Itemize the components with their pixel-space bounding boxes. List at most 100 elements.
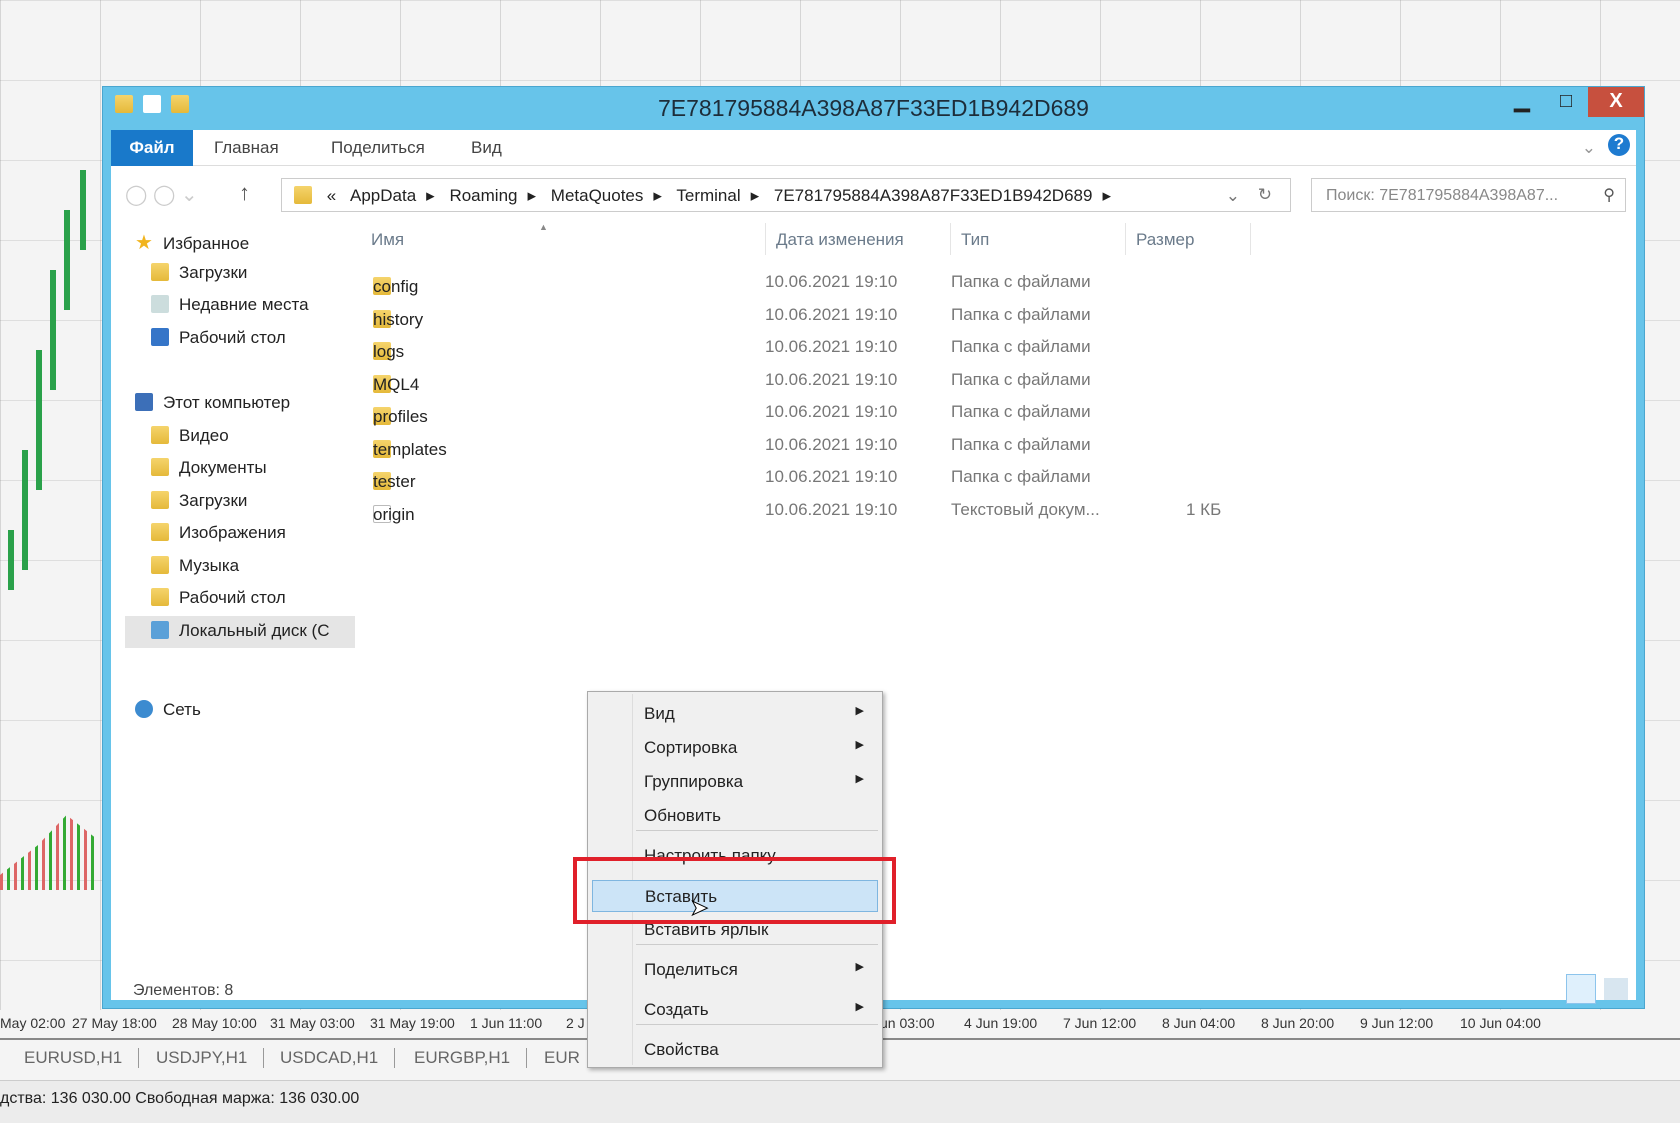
file-row[interactable]: history 10.06.2021 19:10 Папка с файлами [361, 300, 1201, 330]
menu-separator [636, 1024, 878, 1025]
file-type: Папка с файлами [951, 304, 1091, 324]
address-bar[interactable]: « AppData ▸ Roaming ▸ MetaQuotes ▸ Terminal… [281, 178, 1291, 212]
file-name: logs [373, 342, 405, 361]
file-name: templates [373, 439, 447, 459]
chart-tab-eurgbp[interactable]: EURGBP,H1 [398, 1048, 528, 1068]
submenu-arrow-icon: ▶ [855, 739, 864, 751]
downloads-icon [151, 491, 169, 509]
help-icon[interactable]: ? [1608, 134, 1630, 156]
sidebar-item-desktop-pc[interactable]: Рабочий стол [151, 588, 286, 608]
column-name[interactable]: Имя [361, 223, 766, 255]
file-row[interactable]: tester 10.06.2021 19:10 Папка с файлами [361, 462, 1201, 492]
documents-icon [151, 458, 169, 476]
pictures-icon [151, 523, 169, 541]
column-type[interactable]: Тип [951, 223, 1126, 255]
back-forward-icons[interactable]: ◯ ◯ ⌄ [125, 182, 198, 207]
details-view-button[interactable] [1566, 974, 1596, 1004]
file-row[interactable]: config 10.06.2021 19:10 Папка с файлами [361, 267, 1201, 297]
search-icon: ⚲ [1603, 187, 1615, 204]
minimize-button[interactable]: ▁ [1500, 87, 1544, 117]
tab-file[interactable]: Файл [111, 130, 193, 166]
submenu-arrow-icon: ▶ [855, 1001, 864, 1013]
sidebar-item-desktop[interactable]: Рабочий стол [151, 328, 286, 348]
sidebar-item-video[interactable]: Видео [151, 426, 229, 446]
sidebar-item-local-disk[interactable]: Локальный диск (C [125, 616, 355, 648]
computer-icon [135, 393, 153, 411]
sidebar-item-documents[interactable]: Документы [151, 458, 267, 478]
tab-share[interactable]: Поделиться [331, 138, 425, 158]
time-label: 28 May 10:00 [172, 1015, 257, 1031]
history-dropdown-icon[interactable]: ⌄ [1226, 186, 1240, 206]
menu-item[interactable]: Создать ▶ [592, 994, 878, 1026]
sidebar-item-pictures[interactable]: Изображения [151, 523, 286, 543]
terminal-status-bar: дства: 136 030.00 Свободная маржа: 136 0… [0, 1080, 1680, 1123]
file-row[interactable]: templates 10.06.2021 19:10 Папка с файла… [361, 430, 1201, 460]
file-type: Папка с файлами [951, 467, 1091, 486]
tab-view[interactable]: Вид [471, 138, 502, 158]
star-icon: ★ [135, 232, 153, 254]
menu-item[interactable]: Вид ▶ [592, 698, 878, 730]
breadcrumb-appdata[interactable]: AppData [350, 186, 416, 205]
sidebar-item-music[interactable]: Музыка [151, 556, 239, 576]
menu-item[interactable]: Обновить [592, 800, 878, 832]
highlight-annotation [573, 857, 896, 924]
sidebar-item-recent[interactable]: Недавние места [151, 295, 309, 315]
sidebar-item-downloads-pc[interactable]: Загрузки [151, 491, 247, 511]
sidebar-favorites[interactable]: Избранное [163, 234, 249, 253]
file-row[interactable]: MQL4 10.06.2021 19:10 Папка с файлами [361, 365, 1201, 395]
file-row[interactable]: logs 10.06.2021 19:10 Папка с файлами [361, 332, 1201, 362]
breadcrumb-current[interactable]: 7E781795884A398A87F33ED1B942D689 [774, 186, 1093, 205]
breadcrumb-roaming[interactable]: Roaming [449, 186, 517, 205]
sidebar-network[interactable]: Сеть [135, 700, 201, 720]
breadcrumb-terminal[interactable]: Terminal [676, 186, 740, 205]
column-size[interactable]: Размер [1126, 223, 1251, 255]
submenu-arrow-icon: ▶ [855, 705, 864, 717]
menu-item[interactable]: Поделиться ▶ [592, 954, 878, 986]
file-name: profiles [373, 407, 428, 426]
sidebar-item-downloads[interactable]: Загрузки [151, 263, 247, 283]
up-arrow-icon[interactable]: ↑ [239, 180, 250, 206]
close-button[interactable]: X [1588, 87, 1644, 117]
file-date: 10.06.2021 19:10 [765, 304, 898, 324]
file-type: Папка с файлами [951, 402, 1091, 421]
file-row[interactable]: origin 10.06.2021 19:10 Текстовый докум.… [361, 495, 1221, 525]
time-label: 31 May 03:00 [270, 1015, 355, 1031]
time-label: 9 Jun 12:00 [1360, 1015, 1434, 1031]
sidebar-this-pc[interactable]: Этот компьютер [135, 393, 290, 413]
expand-ribbon-icon[interactable]: ⌄ [1582, 138, 1596, 158]
chart-tab-usdjpy[interactable]: USDJPY,H1 [140, 1048, 265, 1068]
menu-separator [636, 830, 878, 831]
menu-separator [636, 944, 878, 945]
menu-item[interactable]: Сортировка ▶ [592, 732, 878, 764]
column-date[interactable]: Дата изменения [766, 223, 951, 255]
chart-tab-usdcad[interactable]: USDCAD,H1 [264, 1048, 396, 1068]
file-type: Папка с файлами [951, 272, 1091, 291]
file-row[interactable]: profiles 10.06.2021 19:10 Папка с файлам… [361, 397, 1201, 427]
large-icons-view-button[interactable] [1604, 978, 1628, 1000]
menu-item[interactable]: Свойства [592, 1034, 878, 1066]
refresh-icon[interactable]: ↻ [1258, 185, 1272, 205]
time-label: 31 May 19:00 [370, 1015, 455, 1031]
file-date: 10.06.2021 19:10 [765, 402, 898, 421]
window-title: 7E781795884A398A87F33ED1B942D689 [658, 95, 1089, 121]
file-name: tester [373, 472, 416, 491]
file-date: 10.06.2021 19:10 [765, 467, 898, 486]
recent-places-icon [151, 295, 169, 313]
chart-tab-eurusd[interactable]: EURUSD,H1 [8, 1048, 140, 1068]
submenu-arrow-icon: ▶ [855, 773, 864, 785]
file-date: 10.06.2021 19:10 [765, 434, 898, 454]
maximize-button[interactable]: □ [1544, 87, 1588, 117]
file-date: 10.06.2021 19:10 [765, 499, 898, 519]
file-type: Папка с файлами [951, 369, 1091, 389]
desktop-icon [151, 588, 169, 606]
tab-home[interactable]: Главная [214, 138, 279, 158]
time-label: 4 Jun 19:00 [964, 1015, 1038, 1031]
breadcrumb-overflow[interactable]: « [327, 186, 336, 205]
search-input[interactable]: Поиск: 7E781795884A398A87... ⚲ [1311, 178, 1626, 212]
ribbon: Файл Главная Поделиться Вид ⌄ ? [111, 130, 1636, 166]
file-date: 10.06.2021 19:10 [765, 272, 898, 291]
file-name: origin [373, 504, 415, 524]
menu-item[interactable]: Группировка ▶ [592, 766, 878, 798]
disk-icon [151, 621, 169, 639]
breadcrumb-metaquotes[interactable]: MetaQuotes [551, 186, 644, 205]
